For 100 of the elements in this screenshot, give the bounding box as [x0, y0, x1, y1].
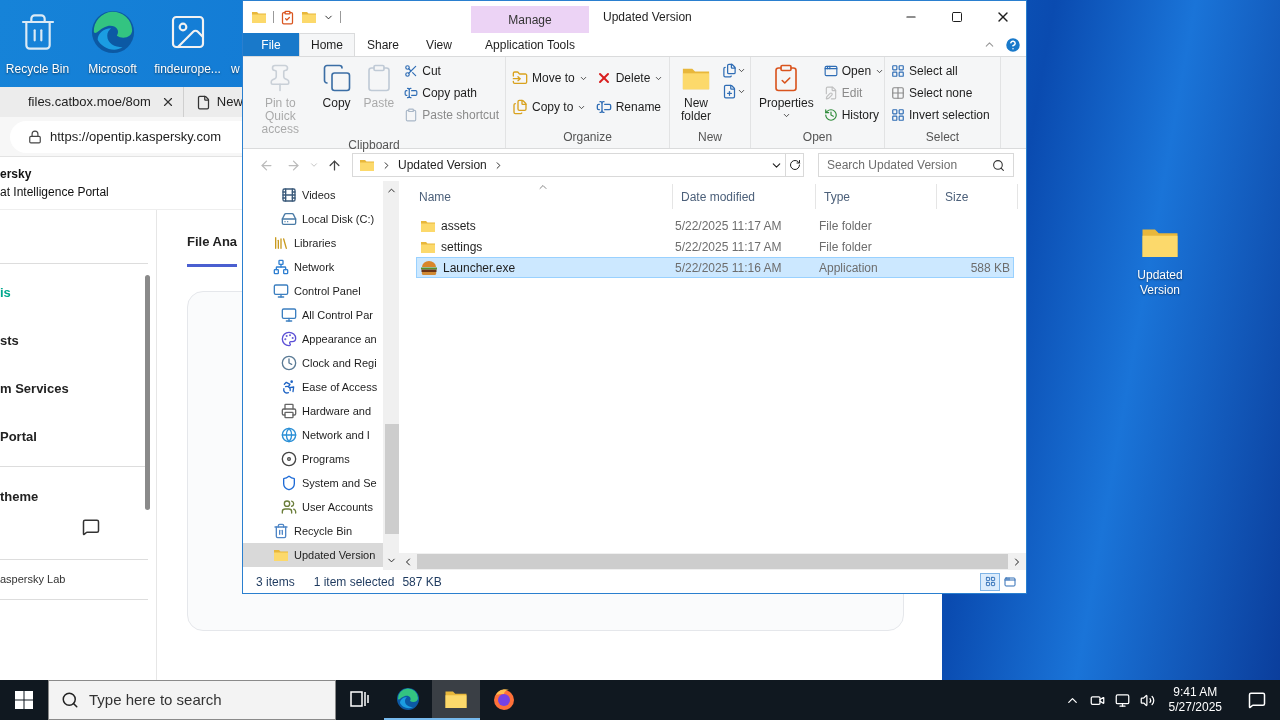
- caret-icon: [737, 87, 746, 96]
- file-row[interactable]: settings 5/22/2025 11:17 AM File folder: [416, 236, 1014, 257]
- desktop-icon[interactable]: Microsoft: [75, 6, 150, 78]
- folder-icon: [301, 9, 317, 25]
- ribbon-button[interactable]: Select all: [889, 60, 992, 82]
- nav-item[interactable]: Clock and Regi: [243, 351, 383, 375]
- nav-item-label: Clock and Regi: [302, 355, 377, 371]
- address-bar[interactable]: https://opentip.kaspersky.com: [10, 120, 242, 153]
- brand-name: ersky: [0, 166, 32, 183]
- nav-item[interactable]: Control Panel: [243, 279, 383, 303]
- column-header[interactable]: Date modified: [673, 184, 816, 209]
- ribbon-button[interactable]: Copy: [317, 57, 356, 110]
- scrollbar-thumb[interactable]: [417, 554, 1008, 569]
- address-bar[interactable]: Updated Version: [352, 153, 786, 177]
- ribbon-button[interactable]: Invert selection: [889, 104, 992, 126]
- sidebar-link[interactable]: Portal: [0, 413, 156, 461]
- search-field[interactable]: Search Updated Version: [818, 153, 1014, 177]
- ribbon-group-label: Select: [924, 129, 961, 146]
- nav-item[interactable]: Recycle Bin: [243, 519, 383, 543]
- clock[interactable]: 9:41 AM 5/27/2025: [1164, 685, 1226, 715]
- desktop-icon[interactable]: Recycle Bin: [0, 6, 75, 78]
- desktop-icon[interactable]: w: [225, 6, 245, 78]
- scissors-icon: [404, 64, 419, 78]
- page-tab[interactable]: File Ana: [187, 232, 238, 267]
- nav-item-label: Ease of Access: [302, 379, 378, 395]
- ribbon-button[interactable]: Rename: [593, 96, 666, 118]
- desktop-icon[interactable]: Updated Version: [1120, 222, 1200, 298]
- ribbon-button[interactable]: Select none: [889, 82, 992, 104]
- nav-item[interactable]: All Control Par: [243, 303, 383, 327]
- help-icon[interactable]: [1004, 35, 1022, 54]
- refresh-icon[interactable]: [788, 159, 801, 171]
- ribbon-button[interactable]: Copy to: [510, 96, 590, 118]
- ribbon-tab[interactable]: File: [243, 33, 299, 56]
- details-view-icon: [984, 576, 996, 587]
- properties-icon[interactable]: [280, 9, 295, 25]
- folder-icon: [251, 9, 267, 25]
- nav-item-label: Videos: [302, 187, 336, 203]
- details-view-button[interactable]: [980, 572, 1000, 591]
- ribbon-group-label: Clipboard: [347, 137, 401, 154]
- path-icon: [404, 86, 419, 100]
- easy-access-button[interactable]: [722, 84, 746, 99]
- nav-item[interactable]: Programs: [243, 447, 383, 471]
- date-modified: 5/22/2025 11:17 AM: [675, 238, 783, 256]
- ribbon-group-label: Open: [801, 129, 834, 146]
- desktop-icon[interactable]: findeurope...: [150, 6, 225, 78]
- nav-item[interactable]: Network and I: [243, 423, 383, 447]
- library-icon: [273, 235, 289, 251]
- file-type: File folder: [819, 238, 873, 256]
- column-header[interactable]: Type: [816, 184, 937, 209]
- scrollbar-thumb[interactable]: [145, 275, 150, 510]
- ribbon-tab[interactable]: Share: [355, 33, 411, 56]
- monitor-icon: [273, 283, 289, 299]
- ribbon-button[interactable]: Move to: [510, 67, 590, 89]
- ribbon-tab[interactable]: Home: [299, 33, 355, 56]
- nav-item[interactable]: Ease of Access: [243, 375, 383, 399]
- ribbon-tab[interactable]: Application Tools: [471, 33, 589, 56]
- breadcrumb[interactable]: Updated Version: [398, 156, 487, 174]
- browser-tab[interactable]: New: [183, 87, 243, 117]
- nav-item[interactable]: Videos: [243, 183, 383, 207]
- taskbar-app[interactable]: [432, 680, 480, 720]
- burger-icon: [420, 259, 438, 276]
- chat-icon[interactable]: [82, 517, 100, 536]
- nav-item[interactable]: Libraries: [243, 231, 383, 255]
- theme-toggle[interactable]: theme: [0, 489, 39, 504]
- nav-item[interactable]: User Accounts: [243, 495, 383, 519]
- caret-icon: [781, 111, 791, 120]
- selection-size: 587 KB: [402, 573, 442, 591]
- volume-icon[interactable]: [1139, 692, 1155, 708]
- ribbon-button[interactable]: Cut: [402, 60, 501, 82]
- ribbon-button[interactable]: Open: [821, 60, 887, 82]
- nav-item[interactable]: Appearance an: [243, 327, 383, 351]
- ribbon-button[interactable]: New folder: [674, 57, 718, 123]
- new-item-button[interactable]: [722, 63, 746, 78]
- column-header[interactable]: Size: [937, 184, 1018, 209]
- notifications-icon[interactable]: [1248, 691, 1266, 709]
- monitor-icon: [281, 307, 297, 323]
- ribbon-button[interactable]: Delete: [593, 67, 666, 89]
- date-modified: 5/22/2025 11:16 AM: [675, 259, 783, 277]
- ribbon-group-label: New: [697, 129, 723, 146]
- sidebar-link[interactable]: m Services: [0, 365, 156, 413]
- ribbon-button[interactable]: Properties: [755, 57, 818, 120]
- nav-item[interactable]: Updated Version: [243, 543, 383, 567]
- file-row[interactable]: Launcher.exe 5/22/2025 11:16 AM Application 588 KB: [416, 257, 1014, 278]
- network-icon[interactable]: [1114, 692, 1130, 708]
- ribbon-button[interactable]: Copy path: [402, 82, 501, 104]
- maximize-icon: [951, 11, 963, 23]
- ribbon-button[interactable]: History: [821, 104, 887, 126]
- taskbar-search-field[interactable]: Type here to search: [48, 680, 336, 720]
- column-header[interactable]: Name: [411, 184, 673, 209]
- nav-item[interactable]: Network: [243, 255, 383, 279]
- sidebar-link[interactable]: sts: [0, 317, 156, 365]
- up-icon[interactable]: [327, 157, 342, 173]
- accessibility-icon: [281, 379, 297, 395]
- scrollbar-thumb[interactable]: [385, 424, 399, 534]
- nav-item[interactable]: Local Disk (C:): [243, 207, 383, 231]
- ribbon-tab[interactable]: View: [411, 33, 467, 56]
- nav-item[interactable]: System and Se: [243, 471, 383, 495]
- file-row[interactable]: assets 5/22/2025 11:17 AM File folder: [416, 215, 1014, 236]
- network-icon: [273, 259, 289, 275]
- nav-item[interactable]: Hardware and: [243, 399, 383, 423]
